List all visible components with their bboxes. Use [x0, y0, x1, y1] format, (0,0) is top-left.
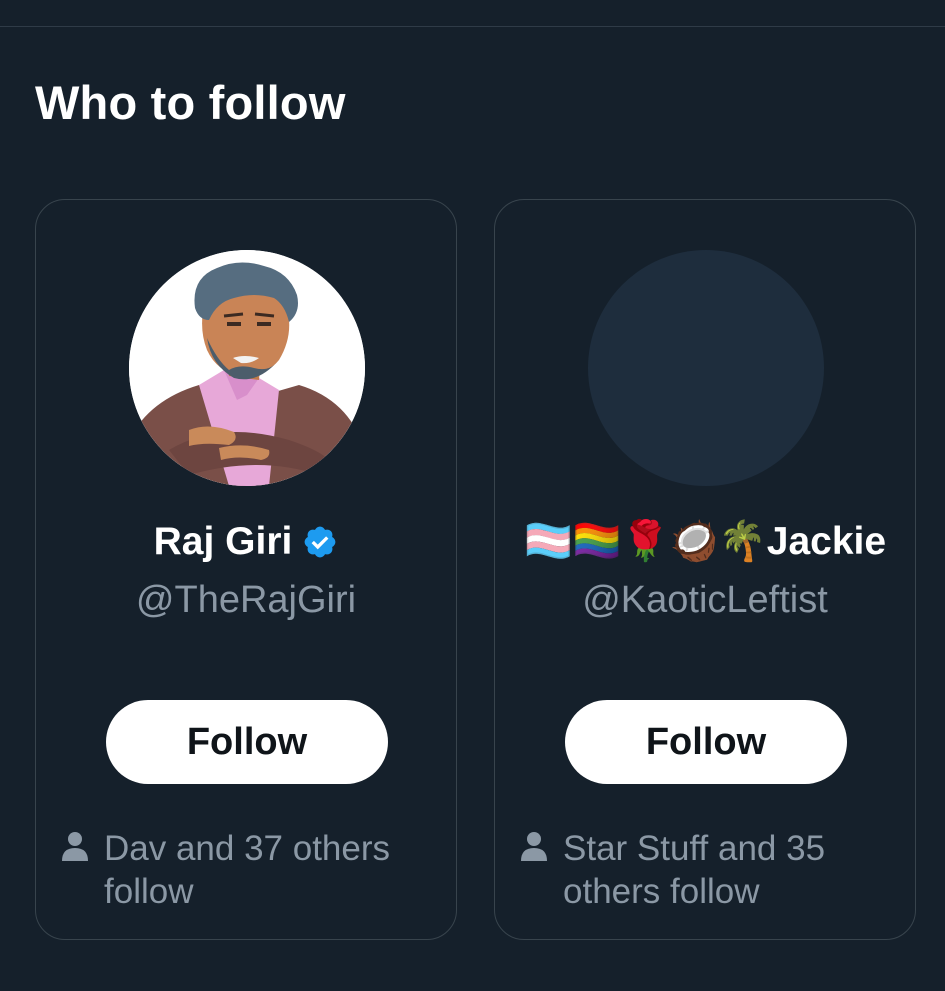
avatar-illustration [129, 250, 365, 486]
display-name[interactable]: Raj Giri [154, 520, 293, 563]
who-to-follow-screen: Who to follow Raj Giri @TheRajGiri Follo… [0, 0, 945, 991]
verified-badge-icon [302, 522, 338, 574]
avatar[interactable] [588, 250, 824, 486]
follow-button[interactable]: Follow [565, 700, 847, 784]
follow-button[interactable]: Follow [106, 700, 388, 784]
social-context-text: Star Stuff and 35 others follow [563, 829, 826, 911]
suggestion-card-jackie[interactable]: 🏳️‍⚧️🏳️‍🌈🌹🥥🌴Jackie @KaoticLeftist Follow… [494, 199, 916, 940]
display-name-row[interactable]: Raj Giri [36, 516, 456, 574]
avatar[interactable] [129, 250, 365, 486]
display-name-row[interactable]: 🏳️‍⚧️🏳️‍🌈🌹🥥🌴Jackie [495, 516, 915, 568]
suggestion-card-raj-giri[interactable]: Raj Giri @TheRajGiri Follow Dav and 37 o… [35, 199, 457, 940]
person-icon [520, 831, 548, 861]
display-name[interactable]: 🏳️‍⚧️🏳️‍🌈🌹🥥🌴Jackie [524, 520, 886, 563]
social-context-text: Dav and 37 others follow [104, 829, 391, 911]
user-handle[interactable]: @TheRajGiri [36, 574, 456, 626]
section-title: Who to follow [35, 76, 346, 129]
person-icon [61, 831, 89, 861]
top-divider [0, 26, 945, 27]
user-handle[interactable]: @KaoticLeftist [495, 574, 915, 626]
